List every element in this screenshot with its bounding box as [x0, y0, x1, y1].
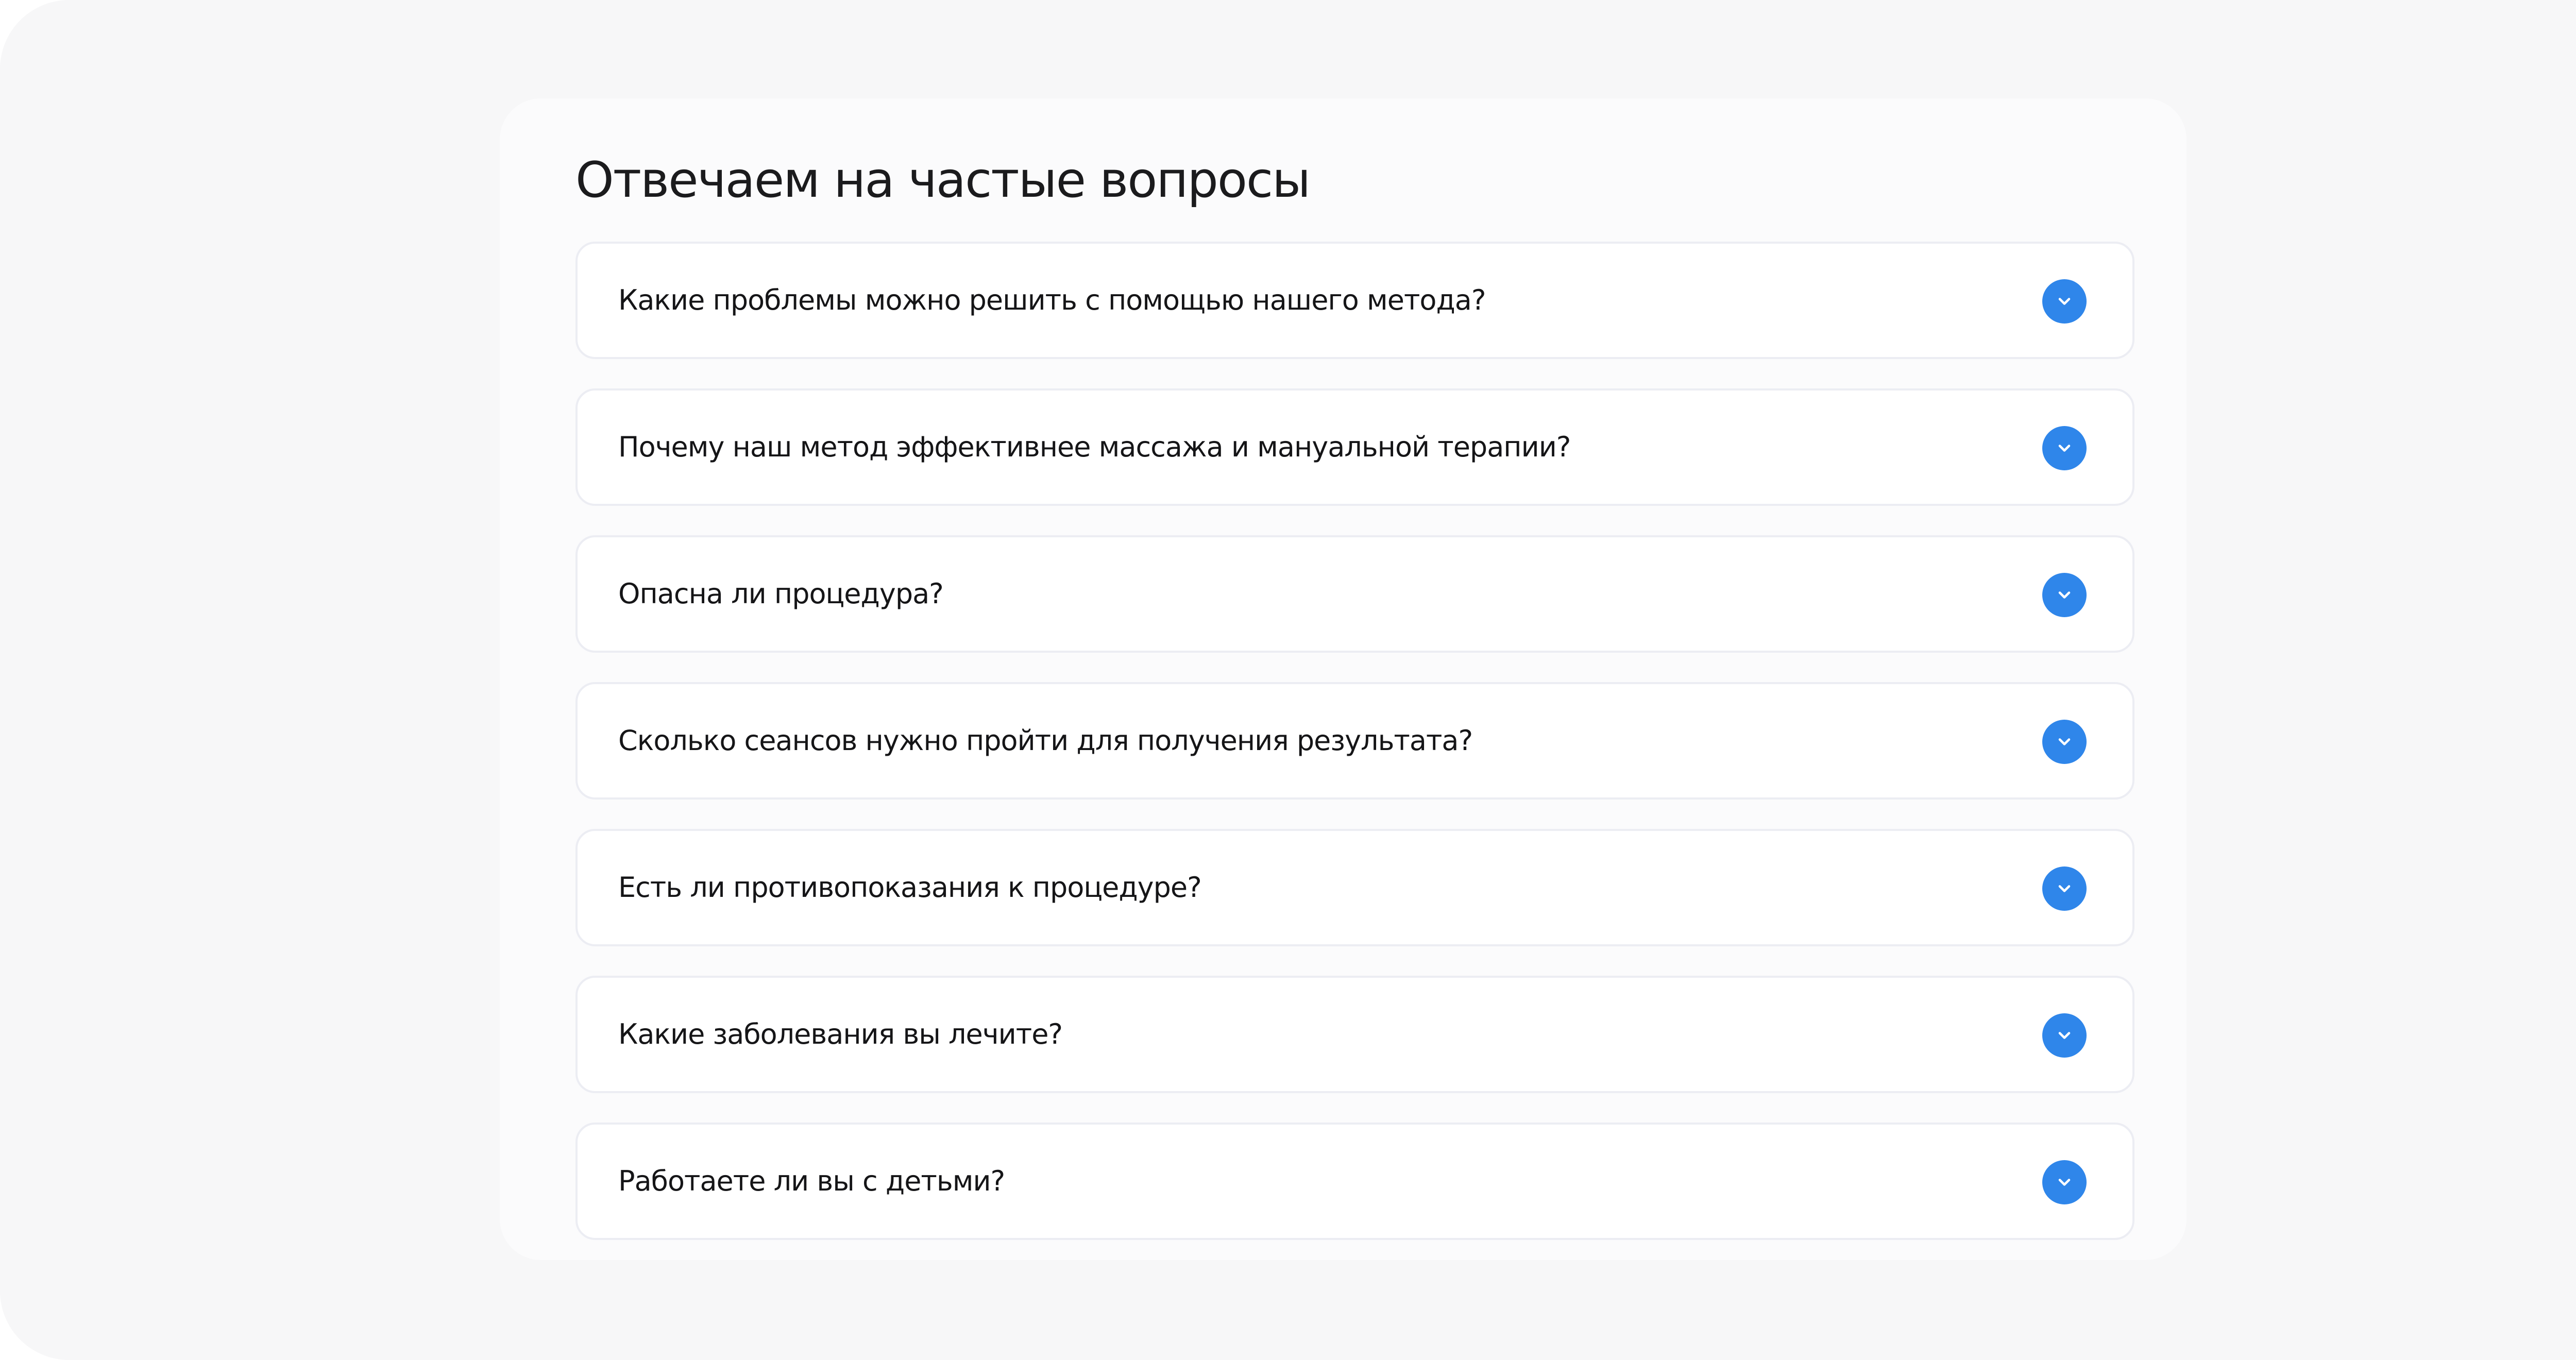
expand-toggle-button[interactable] [2042, 279, 2087, 324]
faq-question: Почему наш метод эффективнее массажа и м… [618, 431, 1571, 463]
faq-question: Какие проблемы можно решить с помощью на… [618, 284, 1486, 316]
chevron-down-icon [2058, 591, 2071, 599]
expand-toggle-button[interactable] [2042, 426, 2087, 470]
faq-list: Какие проблемы можно решить с помощью на… [575, 242, 2134, 1269]
faq-item-contraindications[interactable]: Есть ли противопоказания к процедуре? [575, 829, 2134, 946]
faq-item-children[interactable]: Работаете ли вы с детьми? [575, 1123, 2134, 1240]
chevron-down-icon [2058, 1032, 2071, 1039]
chevron-down-icon [2058, 738, 2071, 745]
chevron-down-icon [2058, 298, 2071, 305]
chevron-down-icon [2058, 445, 2071, 452]
faq-question: Опасна ли процедура? [618, 577, 944, 610]
chevron-down-icon [2058, 885, 2071, 892]
expand-toggle-button[interactable] [2042, 573, 2087, 617]
faq-item-problems[interactable]: Какие проблемы можно решить с помощью на… [575, 242, 2134, 359]
faq-item-sessions[interactable]: Сколько сеансов нужно пройти для получен… [575, 682, 2134, 800]
faq-question: Работаете ли вы с детьми? [618, 1165, 1005, 1197]
faq-title: Отвечаем на частые вопросы [575, 152, 1311, 209]
expand-toggle-button[interactable] [2042, 866, 2087, 911]
page-background: Отвечаем на частые вопросы Какие проблем… [0, 0, 2576, 1360]
expand-toggle-button[interactable] [2042, 720, 2087, 764]
faq-item-safety[interactable]: Опасна ли процедура? [575, 535, 2134, 653]
faq-item-diseases[interactable]: Какие заболевания вы лечите? [575, 976, 2134, 1093]
faq-question: Какие заболевания вы лечите? [618, 1018, 1063, 1050]
faq-question: Есть ли противопоказания к процедуре? [618, 871, 1202, 904]
faq-item-method-vs-massage[interactable]: Почему наш метод эффективнее массажа и м… [575, 388, 2134, 506]
faq-question: Сколько сеансов нужно пройти для получен… [618, 724, 1473, 757]
expand-toggle-button[interactable] [2042, 1013, 2087, 1058]
expand-toggle-button[interactable] [2042, 1160, 2087, 1204]
chevron-down-icon [2058, 1179, 2071, 1186]
